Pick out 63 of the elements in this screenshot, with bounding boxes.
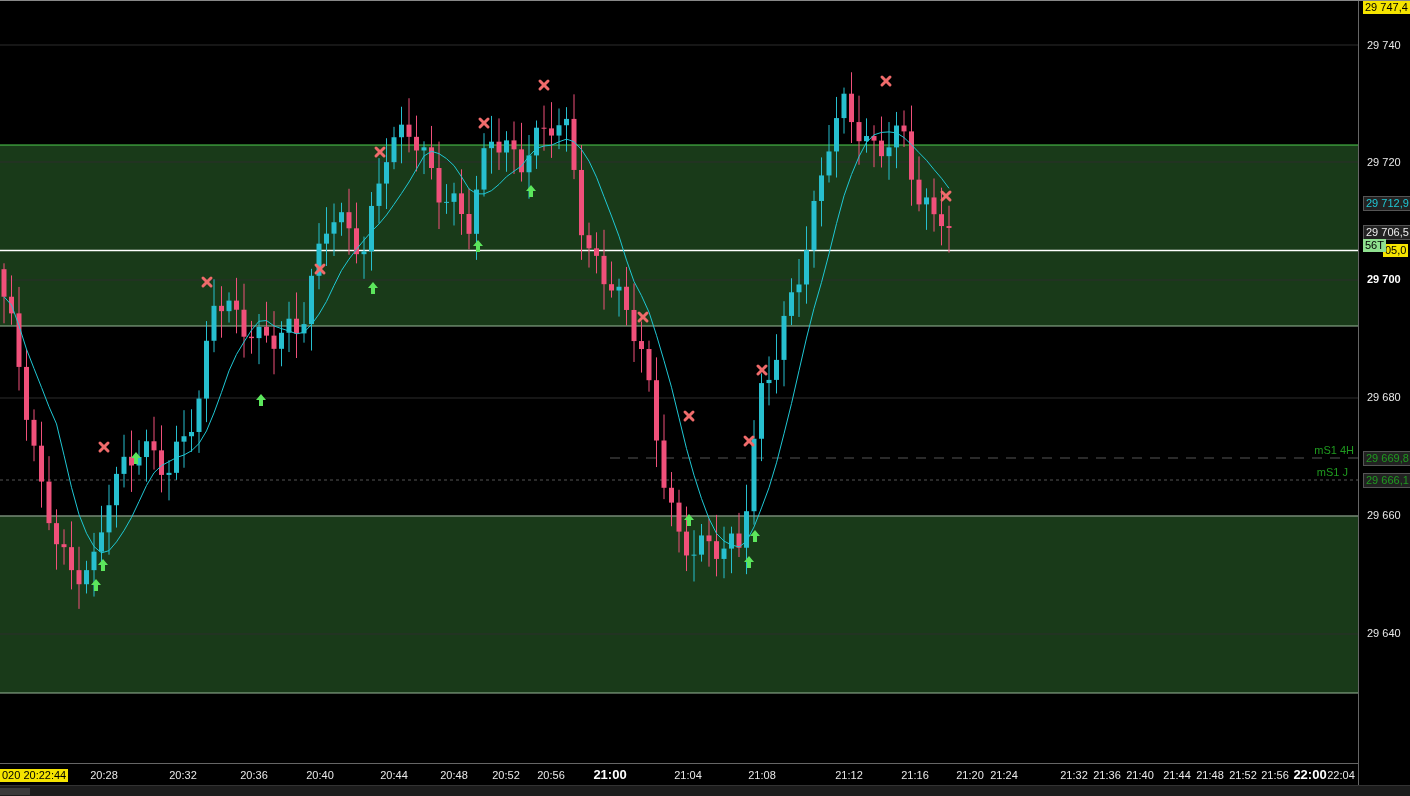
cross-mark-icon <box>201 276 213 288</box>
up-arrow-icon <box>750 530 760 542</box>
up-arrow-icon <box>98 559 108 571</box>
time-tick-label: 21:56 <box>1260 769 1290 782</box>
price-marker: 56T <box>1363 239 1386 252</box>
price-marker: 29 712,9 <box>1363 196 1410 211</box>
price-tick-label: 29 660 <box>1366 509 1402 522</box>
cross-mark-icon <box>940 190 952 202</box>
price-tick-label: 29 680 <box>1366 391 1402 404</box>
cross-mark-icon <box>637 311 649 323</box>
price-tick-label: 29 720 <box>1366 156 1402 169</box>
time-tick-label: 21:36 <box>1092 769 1122 782</box>
cross-mark-icon <box>538 79 550 91</box>
time-tick-label: 21:16 <box>900 769 930 782</box>
up-arrow-icon <box>91 579 101 591</box>
scrollbar[interactable] <box>0 785 1410 796</box>
time-tick-label: 21:52 <box>1228 769 1258 782</box>
time-tick-label: 21:44 <box>1162 769 1192 782</box>
up-arrow-icon <box>526 185 536 197</box>
time-tick-label: 21:20 <box>955 769 985 782</box>
price-marker: 29 666,1 <box>1363 473 1410 488</box>
time-tick-label: 21:12 <box>834 769 864 782</box>
level-line-label: mS1 J <box>1316 466 1348 478</box>
time-tick-label: 21:00 <box>592 768 628 781</box>
price-tick-label: 29 700 <box>1366 273 1402 286</box>
cross-mark-icon <box>756 364 768 376</box>
time-tick-label: 20:36 <box>239 769 269 782</box>
time-tick-label: 20:44 <box>379 769 409 782</box>
time-tick-label: 21:32 <box>1059 769 1089 782</box>
price-marker: 29 706,5 <box>1363 225 1410 240</box>
time-tick-label: 20:40 <box>305 769 335 782</box>
price-tick-label: 29 740 <box>1366 39 1402 52</box>
time-tick-label: 21:08 <box>747 769 777 782</box>
cross-mark-icon <box>478 117 490 129</box>
up-arrow-icon <box>131 452 141 464</box>
up-arrow-icon <box>744 556 754 568</box>
price-marker: 05,0 <box>1383 244 1409 257</box>
cursor-time-marker: 020 20:22:44 <box>0 769 69 782</box>
time-tick-label: 21:24 <box>989 769 1019 782</box>
cross-mark-icon <box>683 410 695 422</box>
scroll-thumb[interactable] <box>0 788 30 795</box>
time-tick-label: 21:04 <box>673 769 703 782</box>
cross-mark-icon <box>314 263 326 275</box>
price-marker: 29 747,4 <box>1363 1 1410 14</box>
up-arrow-icon <box>368 282 378 294</box>
cross-mark-icon <box>374 146 386 158</box>
cross-mark-icon <box>880 75 892 87</box>
time-tick-label: 20:56 <box>536 769 566 782</box>
level-line-label: mS1 4H <box>1314 444 1354 456</box>
time-tick-label: 20:32 <box>168 769 198 782</box>
price-tick-label: 29 640 <box>1366 627 1402 640</box>
time-tick-label: 21:48 <box>1195 769 1225 782</box>
up-arrow-icon <box>256 394 266 406</box>
time-tick-label: 20:48 <box>439 769 469 782</box>
price-marker: 29 669,8 <box>1363 451 1410 466</box>
cross-mark-icon <box>98 441 110 453</box>
up-arrow-icon <box>684 514 694 526</box>
time-tick-label: 20:52 <box>491 769 521 782</box>
time-tick-label: 21:40 <box>1125 769 1155 782</box>
time-tick-label: 22:04 <box>1326 769 1356 782</box>
cross-mark-icon <box>743 435 755 447</box>
time-tick-label: 20:28 <box>89 769 119 782</box>
up-arrow-icon <box>473 240 483 252</box>
